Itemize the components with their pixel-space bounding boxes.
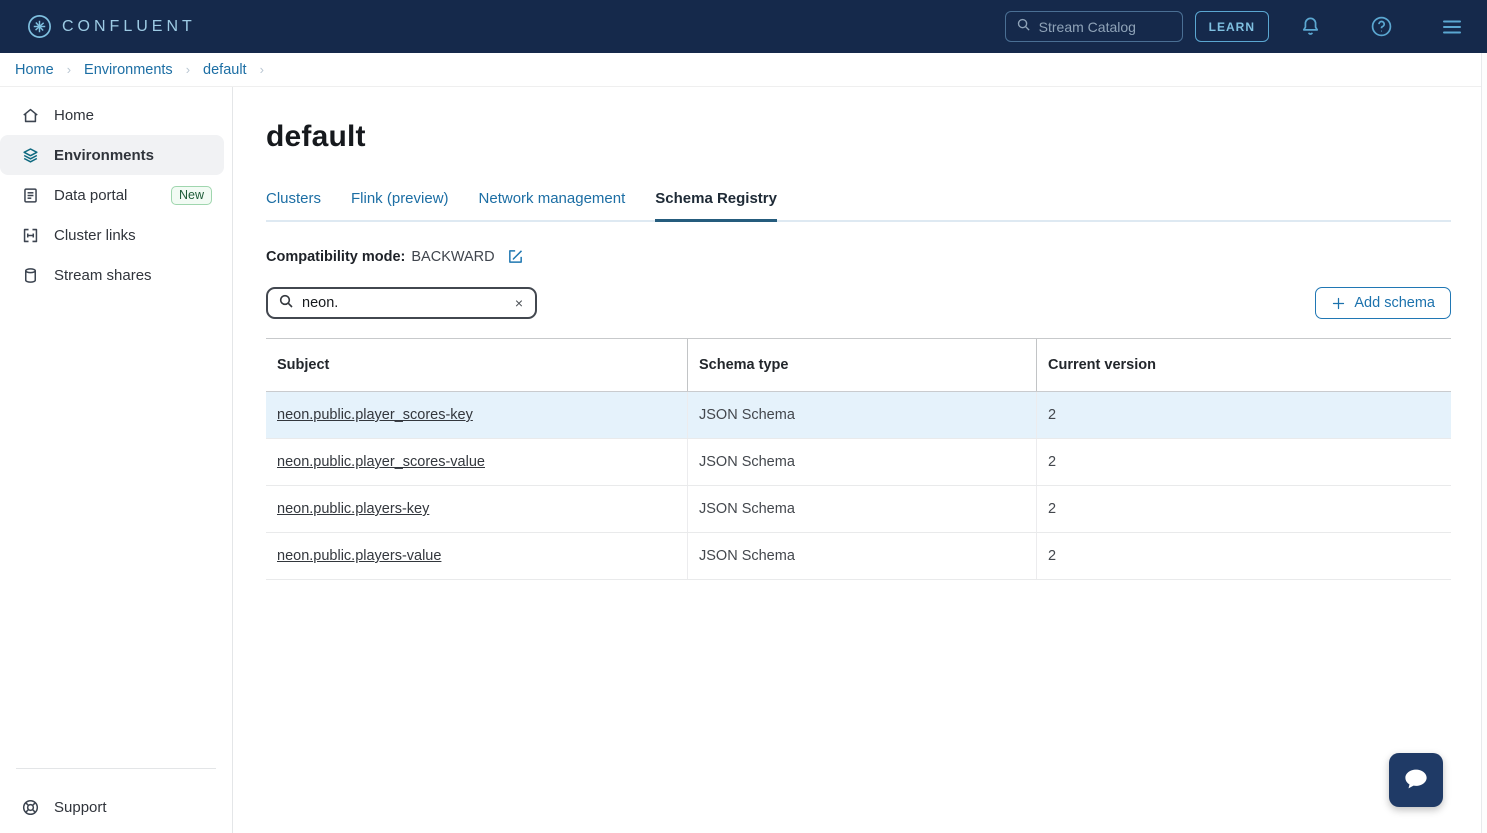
lifebuoy-icon xyxy=(21,798,40,817)
subject-search-input[interactable] xyxy=(302,295,513,311)
schema-type-cell: JSON Schema xyxy=(687,533,1036,579)
add-schema-label: Add schema xyxy=(1354,295,1435,311)
chevron-right-icon: › xyxy=(67,62,71,77)
speech-bubble-icon xyxy=(1401,764,1431,797)
help-icon[interactable] xyxy=(1369,15,1393,39)
sidebar-item-home[interactable]: Home xyxy=(0,95,224,135)
subject-link[interactable]: neon.public.player_scores-value xyxy=(277,454,485,470)
sidebar-item-label: Support xyxy=(54,799,107,816)
compatibility-mode-value: BACKWARD xyxy=(411,249,494,265)
search-icon xyxy=(278,293,294,314)
sidebar-item-environments[interactable]: Environments xyxy=(0,135,224,175)
sidebar-item-label: Stream shares xyxy=(54,267,152,284)
sidebar-item-label: Home xyxy=(54,107,94,124)
chat-button[interactable] xyxy=(1389,753,1443,807)
bell-icon[interactable] xyxy=(1298,15,1322,39)
stream-catalog-input[interactable] xyxy=(1039,19,1159,35)
schema-toolbar: × Add schema xyxy=(266,287,1451,319)
clear-search-icon[interactable]: × xyxy=(513,295,525,311)
table-row[interactable]: neon.public.player_scores-value JSON Sch… xyxy=(266,439,1451,486)
tab-flink-preview[interactable]: Flink (preview) xyxy=(351,190,449,222)
sidebar: Home Environments Data portal New xyxy=(0,87,233,833)
document-icon xyxy=(21,186,40,205)
layers-icon xyxy=(21,146,40,165)
sidebar-item-cluster-links[interactable]: Cluster links xyxy=(0,215,224,255)
column-header-current-version: Current version xyxy=(1036,339,1451,391)
current-version-cell: 2 xyxy=(1036,486,1451,532)
learn-button[interactable]: LEARN xyxy=(1195,11,1269,42)
compatibility-mode-label: Compatibility mode: xyxy=(266,249,405,265)
breadcrumb-default[interactable]: default xyxy=(203,62,247,78)
subject-link[interactable]: neon.public.players-key xyxy=(277,501,429,517)
schema-table: Subject Schema type Current version neon… xyxy=(266,338,1451,580)
subject-search-box[interactable]: × xyxy=(266,287,537,319)
sidebar-item-label: Cluster links xyxy=(54,227,136,244)
breadcrumb-home[interactable]: Home xyxy=(15,62,54,78)
cluster-link-icon xyxy=(21,226,40,245)
confluent-brand[interactable]: CONFLUENT xyxy=(27,14,196,39)
hamburger-menu-icon[interactable] xyxy=(1440,15,1464,39)
chevron-right-icon: › xyxy=(186,62,190,77)
page-title: default xyxy=(266,120,1487,154)
current-version-cell: 2 xyxy=(1036,392,1451,438)
schema-type-cell: JSON Schema xyxy=(687,486,1036,532)
sidebar-item-support[interactable]: Support xyxy=(0,787,224,827)
search-icon xyxy=(1016,17,1031,37)
sidebar-item-label: Data portal xyxy=(54,187,127,204)
confluent-logo-icon xyxy=(27,14,52,39)
sidebar-item-data-portal[interactable]: Data portal New xyxy=(0,175,224,215)
chevron-right-icon: › xyxy=(260,62,264,77)
breadcrumb-environments[interactable]: Environments xyxy=(84,62,173,78)
compatibility-mode-row: Compatibility mode: BACKWARD xyxy=(266,248,1487,265)
column-header-schema-type: Schema type xyxy=(687,339,1036,391)
tab-schema-registry[interactable]: Schema Registry xyxy=(655,190,777,222)
breadcrumb: Home › Environments › default › xyxy=(0,53,1487,87)
database-icon xyxy=(21,266,40,285)
schema-type-cell: JSON Schema xyxy=(687,439,1036,485)
tab-clusters[interactable]: Clusters xyxy=(266,190,321,222)
plus-icon xyxy=(1331,296,1346,311)
table-header-row: Subject Schema type Current version xyxy=(266,339,1451,392)
stream-catalog-search[interactable] xyxy=(1005,11,1183,42)
schema-type-cell: JSON Schema xyxy=(687,392,1036,438)
current-version-cell: 2 xyxy=(1036,439,1451,485)
home-icon xyxy=(21,106,40,125)
brand-name: CONFLUENT xyxy=(62,18,196,36)
table-row[interactable]: neon.public.players-value JSON Schema 2 xyxy=(266,533,1451,580)
main-content: default Clusters Flink (preview) Network… xyxy=(233,87,1487,833)
navbar-right: LEARN xyxy=(1005,11,1464,42)
table-row[interactable]: neon.public.players-key JSON Schema 2 xyxy=(266,486,1451,533)
add-schema-button[interactable]: Add schema xyxy=(1315,287,1451,319)
sidebar-bottom: Support xyxy=(0,768,232,833)
sidebar-item-label: Environments xyxy=(54,147,154,164)
current-version-cell: 2 xyxy=(1036,533,1451,579)
new-badge: New xyxy=(171,186,212,205)
tab-network-management[interactable]: Network management xyxy=(479,190,626,222)
tab-bar: Clusters Flink (preview) Network managem… xyxy=(266,190,1451,222)
subject-link[interactable]: neon.public.player_scores-key xyxy=(277,407,473,423)
table-row[interactable]: neon.public.player_scores-key JSON Schem… xyxy=(266,392,1451,439)
navbar-icon-group xyxy=(1298,15,1464,39)
edit-icon[interactable] xyxy=(507,248,524,265)
subject-link[interactable]: neon.public.players-value xyxy=(277,548,441,564)
sidebar-divider xyxy=(16,768,216,769)
column-header-subject: Subject xyxy=(266,339,687,391)
scrollbar-track[interactable] xyxy=(1481,53,1487,833)
sidebar-item-stream-shares[interactable]: Stream shares xyxy=(0,255,224,295)
top-navbar: CONFLUENT LEARN xyxy=(0,0,1487,53)
